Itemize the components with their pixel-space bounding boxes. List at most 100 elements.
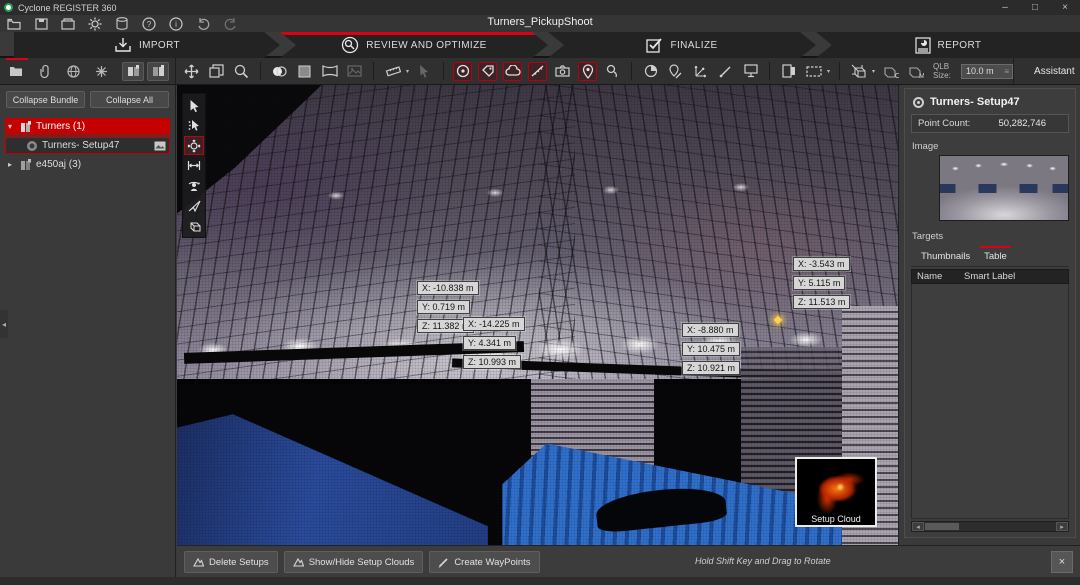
- undo-icon[interactable]: [195, 16, 211, 31]
- tab-table[interactable]: Table: [984, 251, 1007, 262]
- zoom-tool-icon[interactable]: [232, 62, 251, 81]
- toggle-setup-clouds-icon[interactable]: [503, 62, 522, 81]
- toggle-waypoints-icon[interactable]: [578, 62, 597, 81]
- close-view-button[interactable]: ×: [1051, 551, 1073, 573]
- orbit-tool-icon[interactable]: [184, 136, 204, 155]
- bundle-icon: [20, 121, 32, 132]
- tree-item-bundle-turners[interactable]: ▾ Turners (1): [5, 118, 170, 135]
- qlb-stepper-icon[interactable]: ≡: [1004, 67, 1008, 76]
- toggle-images-icon[interactable]: [553, 62, 572, 81]
- info-icon[interactable]: i: [168, 16, 184, 31]
- minimize-button[interactable]: –: [990, 0, 1020, 15]
- tree-item-bundle-e450aj[interactable]: ▸ e450aj (3): [5, 156, 170, 173]
- archive-icon[interactable]: [60, 16, 76, 31]
- measure-tool-icon[interactable]: [383, 62, 402, 81]
- draw-line-icon[interactable]: [716, 62, 735, 81]
- limit-box-icon[interactable]: [849, 62, 868, 81]
- setup-name: Turners- Setup47: [930, 96, 1020, 108]
- settings-gear-icon[interactable]: [87, 16, 103, 31]
- redo-icon[interactable]: [222, 16, 238, 31]
- pano-person-tool-icon[interactable]: [184, 176, 204, 195]
- limit-box-caret-icon[interactable]: ▾: [872, 68, 875, 75]
- step-finalize[interactable]: FINALIZE: [548, 32, 816, 58]
- move-axes-icon[interactable]: [691, 62, 710, 81]
- scrollbar-thumb[interactable]: [925, 523, 959, 530]
- delete-setups-button[interactable]: Delete Setups: [184, 551, 278, 573]
- pan-view-tool-icon[interactable]: [182, 62, 201, 81]
- cloud-color-mode-icon[interactable]: [270, 62, 289, 81]
- setup-cloud-inset[interactable]: Setup Cloud: [795, 457, 877, 527]
- main-toolbar: ▾ ▾ ▾ C M QLB Size:: [176, 58, 1013, 85]
- expander-collapsed-icon[interactable]: ▸: [8, 160, 16, 169]
- open-project-icon[interactable]: [6, 16, 22, 31]
- toolbar-divider: [631, 62, 632, 80]
- scroll-left-icon[interactable]: ◂: [912, 522, 924, 531]
- storage-icon[interactable]: [114, 16, 130, 31]
- step-report[interactable]: REPORT: [816, 32, 1080, 58]
- show-hide-setup-clouds-button[interactable]: Show/Hide Setup Clouds: [284, 551, 424, 573]
- panorama-view-icon[interactable]: [320, 62, 339, 81]
- project-explorer-panel: Collapse Bundle Collapse All ▾ Turners (…: [0, 85, 176, 577]
- slice-panel-icon[interactable]: [779, 62, 798, 81]
- tab-assistant[interactable]: Assistant: [1034, 66, 1075, 77]
- targets-section-label: Targets: [912, 231, 1069, 242]
- panorama-thumbnail[interactable]: [939, 155, 1069, 221]
- tab-thumbnails[interactable]: Thumbnails: [921, 251, 970, 262]
- toggle-labels-icon[interactable]: [478, 62, 497, 81]
- select-tool-icon[interactable]: [184, 96, 204, 115]
- scrollbar-track[interactable]: [924, 522, 1056, 531]
- viewport-bottom-bar: Delete Setups Show/Hide Setup Clouds Cre…: [177, 545, 1080, 577]
- measure-width-tool-icon[interactable]: [184, 156, 204, 175]
- measurement-z: Z: 10.921 m: [682, 361, 740, 375]
- help-icon[interactable]: ?: [141, 16, 157, 31]
- step-import-label: IMPORT: [139, 40, 180, 51]
- rotate-hint-text: Hold Shift Key and Drag to Rotate: [695, 556, 831, 566]
- measurement-x: X: -14.225 m: [463, 317, 525, 331]
- limit-box-by-cursor-icon[interactable]: C: [881, 62, 900, 81]
- measurement-y: Y: 5.115 m: [793, 276, 845, 290]
- setup-action-buttons: Delete Setups Show/Hide Setup Clouds Cre…: [184, 551, 540, 573]
- create-waypoints-button[interactable]: Create WayPoints: [429, 551, 539, 573]
- toggle-links-icon[interactable]: [603, 62, 622, 81]
- limit-box-manager-icon[interactable]: M: [906, 62, 925, 81]
- toggle-measurements-icon[interactable]: [528, 62, 547, 81]
- collapse-all-button[interactable]: Collapse All: [90, 91, 169, 108]
- fly-to-tool-icon[interactable]: [184, 196, 204, 215]
- layers-tool-icon[interactable]: [207, 62, 226, 81]
- fence-select-icon[interactable]: [804, 62, 823, 81]
- measure-dropdown-caret-icon[interactable]: ▾: [406, 68, 409, 75]
- targets-table-body[interactable]: [911, 284, 1069, 519]
- maximize-button[interactable]: □: [1020, 0, 1050, 15]
- step-review-and-optimize[interactable]: REVIEW AND OPTIMIZE: [280, 32, 548, 58]
- screen-capture-icon[interactable]: [741, 62, 760, 81]
- close-button[interactable]: ×: [1050, 0, 1080, 15]
- hide-bundles-button[interactable]: [147, 62, 169, 81]
- image-view-icon[interactable]: [345, 62, 364, 81]
- tab-links[interactable]: [37, 61, 54, 81]
- visual-alignment-icon[interactable]: [641, 62, 660, 81]
- tab-marks[interactable]: [94, 61, 111, 81]
- pick-point-tool-icon[interactable]: [415, 62, 434, 81]
- qlb-size-value: 10.0 m: [966, 66, 994, 76]
- step-import[interactable]: IMPORT: [14, 32, 280, 58]
- qlb-size-input[interactable]: 10.0 m ≡: [961, 64, 1013, 79]
- view-cube-tool-icon[interactable]: [184, 216, 204, 235]
- fence-dropdown-caret-icon[interactable]: ▾: [827, 68, 830, 75]
- toggle-targets-icon[interactable]: [453, 62, 472, 81]
- left-panel-tabs: [0, 58, 176, 85]
- show-bundles-button[interactable]: [122, 62, 144, 81]
- collapse-bundle-button[interactable]: Collapse Bundle: [6, 91, 85, 108]
- measurement-label-group: X: -8.880 m Y: 10.475 m Z: 10.921 m: [682, 323, 740, 375]
- tab-sitemap[interactable]: [65, 61, 82, 81]
- tab-project-explorer[interactable]: [8, 61, 25, 81]
- setup-edit-icon[interactable]: [666, 62, 685, 81]
- multi-select-tool-icon[interactable]: [184, 116, 204, 135]
- review-magnifier-icon: [341, 36, 359, 54]
- fill-display-mode-icon[interactable]: [295, 62, 314, 81]
- save-project-icon[interactable]: [33, 16, 49, 31]
- point-cloud-viewport[interactable]: X: -10.838 m Y: 0.719 m Z: 11.382 m X: -…: [177, 85, 900, 545]
- collapse-left-panel-handle[interactable]: ◂: [0, 310, 8, 338]
- tree-item-setup47[interactable]: Turners- Setup47: [5, 137, 170, 154]
- expander-expanded-icon[interactable]: ▾: [8, 122, 16, 131]
- scroll-right-icon[interactable]: ▸: [1056, 522, 1068, 531]
